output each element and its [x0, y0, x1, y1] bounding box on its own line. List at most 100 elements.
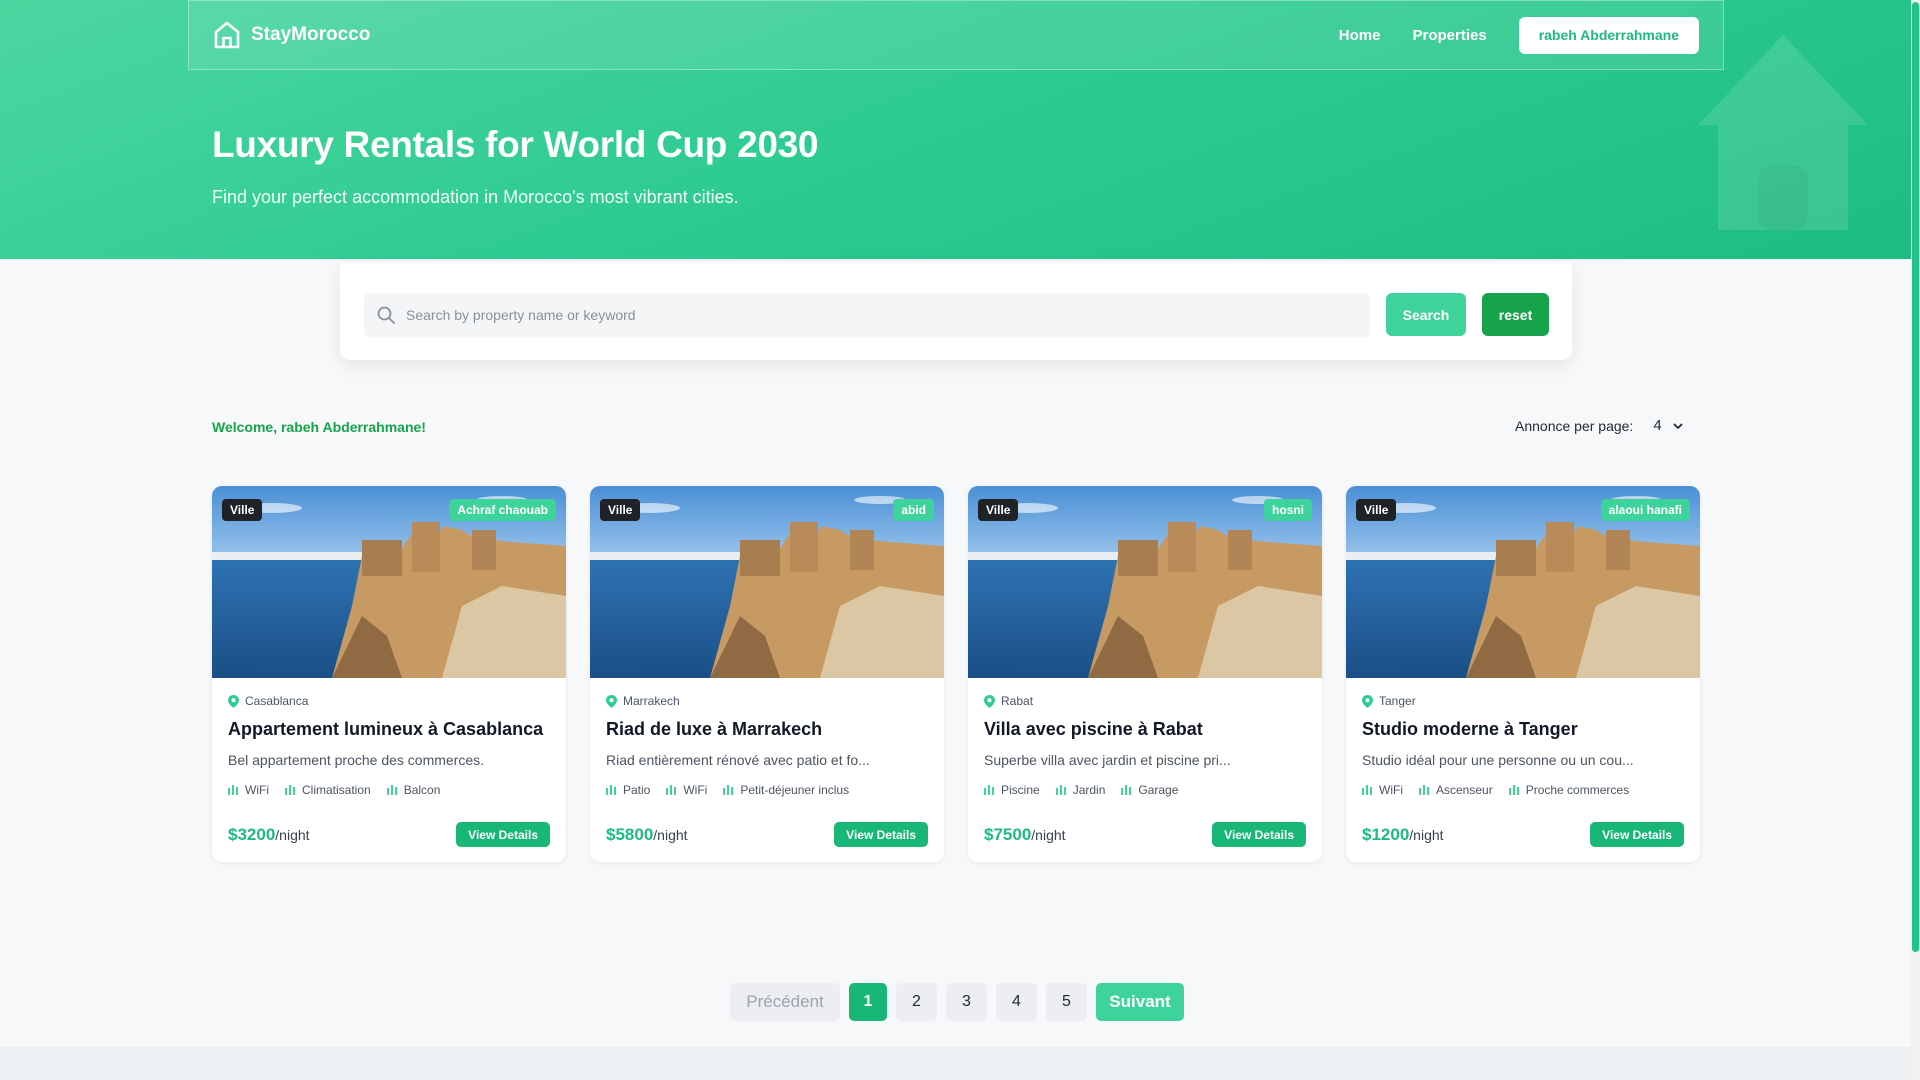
- amenity-icon: [228, 785, 238, 795]
- card-image[interactable]: Ville alaoui hanafi: [1346, 486, 1700, 678]
- view-details-button[interactable]: View Details: [834, 822, 928, 847]
- amenity-item: WiFi: [1362, 783, 1403, 797]
- amenity-item: Jardin: [1055, 783, 1106, 797]
- card-footer: $3200/night View Details: [228, 822, 550, 847]
- card-footer: $5800/night View Details: [606, 822, 928, 847]
- price: $1200/night: [1362, 825, 1444, 845]
- price: $3200/night: [228, 825, 310, 845]
- amenity-label: Jardin: [1072, 783, 1106, 797]
- search-button[interactable]: Search: [1386, 293, 1466, 336]
- price-unit: /night: [653, 826, 688, 843]
- amenity-label: Proche commerces: [1525, 783, 1630, 797]
- card-image[interactable]: Ville hosni: [968, 486, 1322, 678]
- card-description: Studio idéal pour une personne ou un cou…: [1362, 752, 1634, 768]
- location-text: Casablanca: [245, 694, 309, 708]
- amenity-icon: [1508, 785, 1519, 795]
- location-row: Rabat: [984, 694, 1306, 708]
- nav-properties-link[interactable]: Properties: [1412, 27, 1486, 44]
- amenity-label: Petit-déjeuner inclus: [740, 783, 850, 797]
- amenity-item: Balcon: [386, 783, 441, 797]
- property-photo: [590, 486, 944, 678]
- hero-banner: StayMorocco Home Properties rabeh Abderr…: [0, 0, 1911, 259]
- card-title[interactable]: Studio moderne à Tanger: [1362, 719, 1684, 740]
- map-pin-icon: [984, 694, 995, 708]
- page-2-button[interactable]: 2: [896, 983, 937, 1021]
- amenity-icon: [1362, 785, 1372, 795]
- card-image[interactable]: Ville abid: [590, 486, 944, 678]
- card-description: Superbe villa avec jardin et piscine pri…: [984, 752, 1231, 768]
- view-details-button[interactable]: View Details: [1590, 822, 1684, 847]
- nav-home-link[interactable]: Home: [1339, 27, 1381, 44]
- card-title[interactable]: Appartement lumineux à Casablanca: [228, 719, 550, 740]
- next-page-button[interactable]: Suivant: [1096, 983, 1184, 1021]
- card-title[interactable]: Villa avec piscine à Rabat: [984, 719, 1306, 740]
- card-image[interactable]: Ville Achraf chaouab: [212, 486, 566, 678]
- card-body: Rabat Villa avec piscine à Rabat Superbe v…: [984, 694, 1306, 797]
- amenities-list: WiFi Ascenseur Proche commerces: [1362, 783, 1684, 797]
- amenity-label: Climatisation: [302, 783, 371, 797]
- welcome-message: Welcome, rabeh Abderrahmane!: [212, 419, 426, 435]
- page-4-button[interactable]: 4: [996, 983, 1037, 1021]
- per-page-select[interactable]: 4: [1649, 417, 1687, 434]
- page-scrollbar[interactable]: [1911, 0, 1920, 1080]
- prev-page-button[interactable]: Précédent: [730, 983, 840, 1021]
- price-unit: /night: [1409, 826, 1444, 843]
- chevron-down-icon: [1673, 423, 1683, 429]
- brand-name: StayMorocco: [251, 24, 371, 45]
- amenity-item: WiFi: [228, 783, 269, 797]
- user-profile-button[interactable]: rabeh Abderrahmane: [1518, 16, 1699, 54]
- price: $5800/night: [606, 825, 688, 845]
- page-5-button[interactable]: 5: [1046, 983, 1087, 1021]
- amenity-icon: [386, 785, 397, 795]
- amenity-item: Proche commerces: [1508, 783, 1630, 797]
- card-body: Marrakech Riad de luxe à Marrakech Riad en…: [606, 694, 928, 797]
- price-value: $7500: [984, 824, 1032, 844]
- footer: [0, 1047, 1911, 1080]
- card-body: Tanger Studio moderne à Tanger Studio idéa…: [1362, 694, 1684, 797]
- card-description: Bel appartement proche des commerces.: [228, 752, 485, 768]
- property-card[interactable]: Ville Achraf chaouab Casablanca Appartement…: [212, 486, 566, 862]
- amenity-label: WiFi: [683, 783, 708, 797]
- amenity-label: WiFi: [1379, 783, 1403, 797]
- amenity-item: Patio: [606, 783, 650, 797]
- view-details-button[interactable]: View Details: [1212, 822, 1306, 847]
- amenity-item: Petit-déjeuner inclus: [723, 783, 849, 797]
- pagination: Précédent 1 2 3 4 5 Suivant: [730, 983, 1184, 1021]
- owner-badge: hosni: [1264, 499, 1312, 521]
- amenity-item: Climatisation: [285, 783, 371, 797]
- per-page-label: Annonce per page:: [1515, 417, 1634, 434]
- price-value: $1200: [1362, 824, 1410, 844]
- price-unit: /night: [275, 826, 310, 843]
- amenity-label: Ascenseur: [1436, 783, 1493, 797]
- amenity-label: WiFi: [245, 783, 269, 797]
- page-3-button[interactable]: 3: [946, 983, 987, 1021]
- amenity-item: Piscine: [984, 783, 1040, 797]
- nav-links: Home Properties rabeh Abderrahmane: [1339, 16, 1699, 54]
- reset-button[interactable]: reset: [1482, 293, 1549, 336]
- card-footer: $7500/night View Details: [984, 822, 1306, 847]
- amenity-label: Piscine: [1001, 783, 1040, 797]
- amenity-icon: [285, 785, 295, 795]
- amenity-icon: [723, 785, 734, 795]
- city-badge: Ville: [978, 499, 1019, 521]
- property-card[interactable]: Ville abid Marrakech Riad de luxe à Marrake…: [590, 486, 944, 862]
- page-1-button[interactable]: 1: [849, 983, 887, 1021]
- card-footer: $1200/night View Details: [1362, 822, 1684, 847]
- property-card[interactable]: Ville alaoui hanafi Tanger Studio moderne à…: [1346, 486, 1700, 862]
- search-field-wrapper[interactable]: [364, 293, 1370, 337]
- city-badge: Ville: [222, 499, 263, 521]
- amenity-label: Balcon: [403, 783, 441, 797]
- property-card[interactable]: Ville hosni Rabat Villa avec piscine à Raba…: [968, 486, 1322, 862]
- amenities-list: WiFi Climatisation Balcon: [228, 783, 550, 797]
- amenity-icon: [1055, 785, 1066, 795]
- search-input[interactable]: [406, 307, 1346, 323]
- scrollbar-thumb[interactable]: [1912, 2, 1919, 952]
- amenities-list: Patio WiFi Petit-déjeuner inclus: [606, 783, 928, 797]
- card-title[interactable]: Riad de luxe à Marrakech: [606, 719, 928, 740]
- brand[interactable]: StayMorocco: [213, 20, 370, 50]
- card-description: Riad entièrement rénové avec patio et fo…: [606, 752, 870, 768]
- location-text: Rabat: [1001, 694, 1034, 708]
- amenity-icon: [1121, 785, 1132, 795]
- view-details-button[interactable]: View Details: [456, 822, 550, 847]
- city-badge: Ville: [1356, 499, 1397, 521]
